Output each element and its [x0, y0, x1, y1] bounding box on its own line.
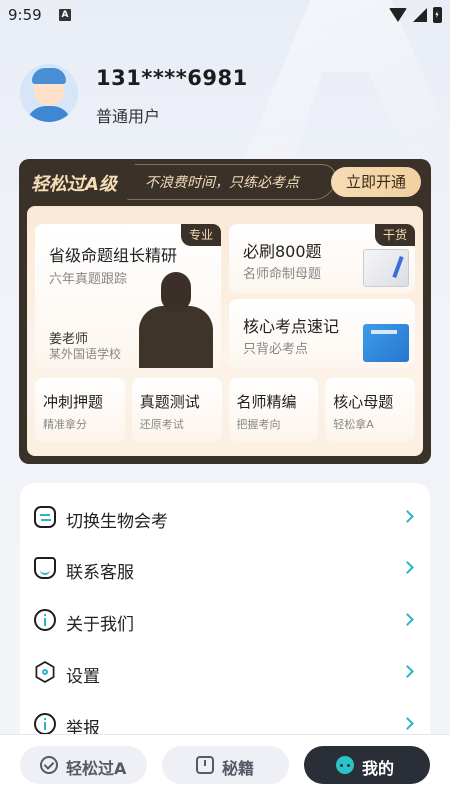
featured-subtitle: 六年真题跟踪	[49, 272, 128, 287]
menu-item-about-us[interactable]: 关于我们	[20, 595, 430, 647]
tab-label: 轻松过A	[66, 759, 127, 778]
side-card-subtitle: 只背必考点	[243, 342, 309, 357]
menu-item-label: 切换生物会考	[66, 512, 168, 532]
customer-service-icon	[34, 557, 56, 579]
battery-icon	[433, 7, 442, 23]
mini-card[interactable]: 核心母题 轻松拿A	[325, 378, 415, 442]
wifi-icon	[389, 8, 407, 22]
mini-card-title: 核心母题	[333, 393, 394, 411]
mini-card-title: 冲刺押题	[43, 393, 104, 411]
check-circle-icon	[40, 756, 58, 774]
tab-mine[interactable]: 我的	[304, 746, 430, 784]
side-card-subtitle: 名师命制母题	[243, 267, 322, 282]
chevron-right-icon	[401, 510, 414, 523]
menu-item-switch-subject[interactable]: 切换生物会考	[20, 492, 430, 544]
gear-icon	[34, 661, 56, 683]
status-bar: 9:59 A	[0, 0, 450, 30]
chevron-right-icon	[401, 717, 414, 730]
vip-card[interactable]: 轻松过A级 不浪费时间，只练必考点 立即开通 专业 省级命题组长精研 六年真题跟…	[19, 159, 431, 464]
report-icon	[34, 713, 56, 735]
featured-teacher-card[interactable]: 专业 省级命题组长精研 六年真题跟踪 姜老师 某外国语学校	[35, 224, 221, 368]
side-card-notes[interactable]: 核心考点速记 只背必考点	[229, 299, 415, 368]
book-icon	[196, 756, 214, 774]
vip-benefits-panel: 专业 省级命题组长精研 六年真题跟踪 姜老师 某外国语学校 干货 必刷800题 …	[27, 206, 423, 456]
avatar[interactable]	[20, 64, 78, 122]
switch-icon	[34, 506, 56, 528]
tab-pass-a[interactable]: 轻松过A	[20, 746, 147, 784]
mini-card[interactable]: 真题测试 还原考试	[131, 378, 222, 442]
vip-title: 轻松过A级	[31, 174, 117, 195]
notes-book-icon	[363, 324, 409, 362]
side-card-title: 核心考点速记	[243, 317, 340, 336]
profile-face-icon	[336, 756, 354, 774]
mini-card-title: 名师精编	[236, 393, 297, 411]
chevron-right-icon	[401, 665, 414, 678]
open-vip-button[interactable]: 立即开通	[331, 167, 421, 197]
menu-item-settings[interactable]: 设置	[20, 647, 430, 699]
menu-item-label: 设置	[66, 667, 100, 687]
mini-card-subtitle: 轻松拿A	[333, 418, 374, 431]
mini-card-subtitle: 还原考试	[139, 418, 184, 431]
settings-menu: 切换生物会考 联系客服 关于我们 设置 举报	[20, 483, 430, 753]
featured-title: 省级命题组长精研	[49, 246, 178, 265]
user-type: 普通用户	[96, 107, 161, 126]
menu-item-customer-service[interactable]: 联系客服	[20, 543, 430, 595]
status-time: 9:59	[8, 6, 42, 24]
mini-cards-row: 冲刺押题 精准拿分 真题测试 还原考试 名师精编 把握考向 核心母题 轻松拿A	[35, 378, 415, 442]
notification-badge: A	[59, 9, 71, 21]
tab-label: 秘籍	[222, 759, 255, 778]
mini-card-subtitle: 把握考向	[236, 418, 281, 431]
user-phone[interactable]: 131****6981	[96, 66, 248, 90]
side-card-tag: 干货	[374, 224, 415, 246]
mini-card-title: 真题测试	[139, 393, 200, 411]
featured-tag: 专业	[180, 224, 221, 246]
teacher-silhouette-icon	[135, 272, 215, 368]
tab-secrets[interactable]: 秘籍	[162, 746, 289, 784]
signal-icon	[413, 8, 427, 22]
menu-item-label: 联系客服	[66, 563, 134, 583]
side-card-exercises[interactable]: 干货 必刷800题 名师命制母题	[229, 224, 415, 293]
teacher-school: 某外国语学校	[49, 347, 122, 361]
mini-card-subtitle: 精准拿分	[43, 418, 87, 431]
info-icon	[34, 609, 56, 631]
chevron-right-icon	[401, 613, 414, 626]
side-card-title: 必刷800题	[243, 242, 322, 261]
chevron-right-icon	[401, 561, 414, 574]
mini-card[interactable]: 冲刺押题 精准拿分	[35, 378, 125, 442]
menu-item-label: 关于我们	[66, 615, 134, 635]
exercise-book-icon	[363, 249, 409, 287]
mini-card[interactable]: 名师精编 把握考向	[228, 378, 319, 442]
vip-slogan: 不浪费时间，只练必考点	[145, 175, 299, 191]
tab-label: 我的	[362, 759, 395, 778]
bottom-navigation: 轻松过A 秘籍 我的	[0, 734, 450, 800]
